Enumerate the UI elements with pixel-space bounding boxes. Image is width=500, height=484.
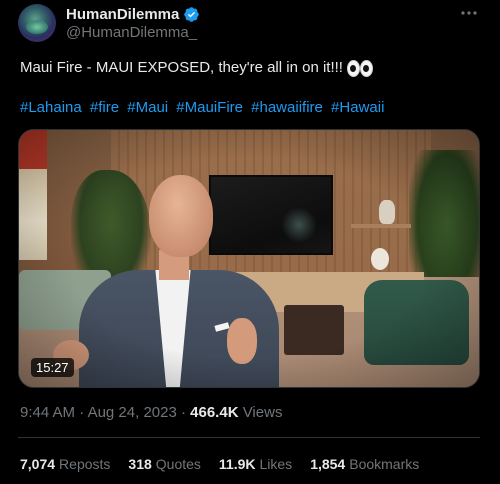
more-icon[interactable]: [460, 4, 478, 22]
stat-likes[interactable]: 11.9K Likes: [219, 456, 292, 472]
hashtag-link[interactable]: #Maui: [127, 99, 168, 116]
stat-bookmarks[interactable]: 1,854 Bookmarks: [310, 456, 419, 472]
stat-label: Likes: [259, 456, 293, 472]
tweet-date[interactable]: Aug 24, 2023: [88, 404, 177, 421]
tweet-time[interactable]: 9:44 AM: [20, 404, 75, 421]
tweet-meta: 9:44 AM · Aug 24, 2023 · 466.4K Views: [20, 404, 282, 421]
verified-badge-icon: [183, 6, 200, 23]
stat-quotes[interactable]: 318 Quotes: [128, 456, 201, 472]
stat-label: Quotes: [155, 456, 201, 472]
eyes-emoji-icon: [346, 60, 373, 78]
views-count: 466.4K: [190, 404, 239, 421]
tweet-text: Maui Fire - MAUI EXPOSED, they're all in…: [20, 58, 373, 78]
meta-separator: ·: [79, 404, 85, 421]
stat-count: 7,074: [20, 456, 56, 472]
hashtag-list: #Lahaina #fire #Maui #MauiFire #hawaiifi…: [20, 98, 384, 118]
divider: [18, 437, 480, 438]
avatar-glow: [26, 20, 48, 34]
hashtag-link[interactable]: #fire: [90, 99, 119, 116]
tweet-body: Maui Fire - MAUI EXPOSED, they're all in…: [20, 59, 343, 76]
engagement-stats: 7,074 Reposts 318 Quotes 11.9K Likes 1,854 B…: [20, 456, 419, 472]
stat-count: 318: [128, 456, 152, 472]
stat-label: Bookmarks: [349, 456, 420, 472]
video-vignette: [19, 130, 479, 387]
video-player[interactable]: 15:27: [18, 129, 480, 388]
author-name-row: HumanDilemma: [66, 6, 200, 23]
video-duration-badge: 15:27: [31, 358, 74, 377]
stat-count: 1,854: [310, 456, 346, 472]
meta-separator: ·: [180, 404, 186, 421]
author-handle[interactable]: @HumanDilemma_: [66, 24, 197, 41]
hashtag-link[interactable]: #hawaiifire: [251, 99, 323, 116]
hashtag-link[interactable]: #Hawaii: [331, 99, 384, 116]
stat-reposts[interactable]: 7,074 Reposts: [20, 456, 110, 472]
author-display-name[interactable]: HumanDilemma: [66, 6, 179, 23]
stat-label: Reposts: [59, 456, 111, 472]
hashtag-link[interactable]: #Lahaina: [20, 99, 82, 116]
hashtag-link[interactable]: #MauiFire: [176, 99, 243, 116]
tweet-card: HumanDilemma @HumanDilemma_ Maui Fire - …: [0, 0, 500, 484]
stat-count: 11.9K: [218, 456, 256, 472]
views-label: Views: [242, 404, 283, 421]
avatar[interactable]: [18, 4, 56, 42]
